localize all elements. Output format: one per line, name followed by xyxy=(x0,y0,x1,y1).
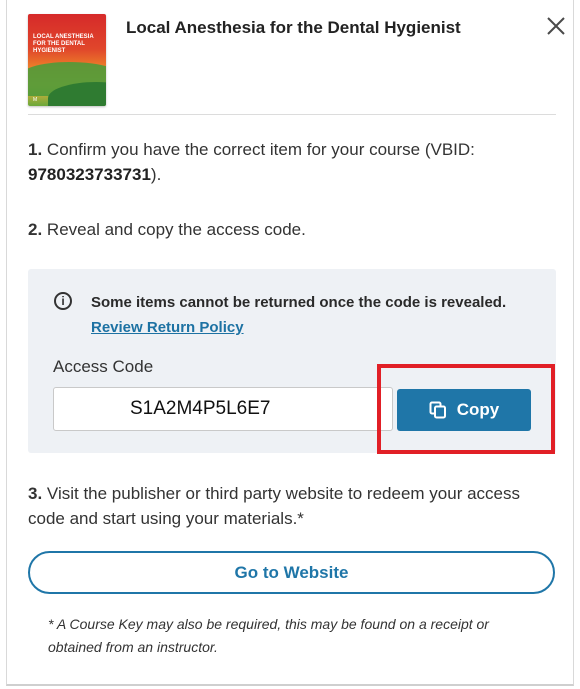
step-confirm-item: 1. Confirm you have the correct item for… xyxy=(28,137,528,187)
header-divider xyxy=(28,114,556,115)
step-number: 1. xyxy=(28,140,43,159)
book-cover-image: Local Anesthesia for the Dental Hygienis… xyxy=(28,14,106,106)
vbid-value: 9780323733731 xyxy=(28,165,151,184)
info-icon: i xyxy=(54,292,72,310)
step-text: Visit the publisher or third party websi… xyxy=(28,484,520,528)
modal-title: Local Anesthesia for the Dental Hygienis… xyxy=(126,18,461,37)
cover-title: Local Anesthesia for the Dental Hygienis… xyxy=(33,34,94,54)
step-text-end: ). xyxy=(150,165,162,184)
go-to-website-button[interactable]: Go to Website xyxy=(28,551,555,594)
cover-publisher-mark: M xyxy=(33,97,38,103)
copy-highlight-box xyxy=(377,364,555,454)
step-text: Reveal and copy the access code. xyxy=(46,220,306,239)
close-icon[interactable] xyxy=(543,13,569,39)
course-key-footnote: * A Course Key may also be required, thi… xyxy=(48,616,489,655)
step-reveal-code: 2. Reveal and copy the access code. xyxy=(28,217,306,242)
notice-text: Some items cannot be returned once the c… xyxy=(91,294,507,311)
step-number: 3. xyxy=(28,484,43,503)
step-number: 2. xyxy=(28,220,43,239)
review-return-policy-link[interactable]: Review Return Policy xyxy=(91,319,244,336)
access-code-field[interactable]: S1A2M4P5L6E7 xyxy=(53,387,393,431)
step-text: Confirm you have the correct item for yo… xyxy=(46,140,475,159)
step-visit-publisher: 3. Visit the publisher or third party we… xyxy=(28,481,548,531)
access-code-label: Access Code xyxy=(53,357,154,376)
return-notice: Some items cannot be returned once the c… xyxy=(91,290,511,340)
